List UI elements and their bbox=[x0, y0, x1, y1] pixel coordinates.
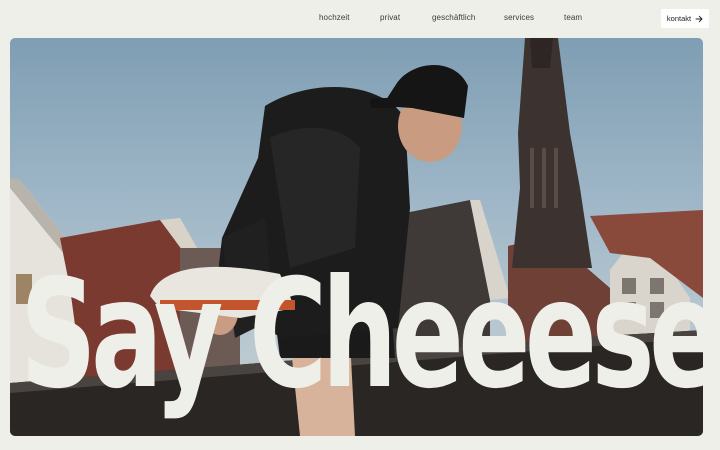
nav-item-services[interactable]: services bbox=[504, 13, 534, 22]
nav-item-geschaeftlich[interactable]: geschäftlich bbox=[432, 13, 475, 22]
hero-headline: Say Cheeese bbox=[20, 248, 703, 422]
nav-item-privat[interactable]: privat bbox=[380, 13, 400, 22]
nav-item-hochzeit[interactable]: hochzeit bbox=[319, 13, 350, 22]
contact-button-label: kontakt bbox=[666, 14, 692, 23]
top-bar: hochzeit privat geschäftlich services te… bbox=[0, 0, 720, 38]
arrow-right-icon bbox=[695, 15, 703, 23]
main-nav: hochzeit privat geschäftlich services te… bbox=[0, 13, 720, 27]
nav-item-team[interactable]: team bbox=[564, 13, 582, 22]
contact-button[interactable]: kontakt bbox=[661, 9, 709, 28]
hero-image: Say Cheeese bbox=[10, 38, 703, 436]
